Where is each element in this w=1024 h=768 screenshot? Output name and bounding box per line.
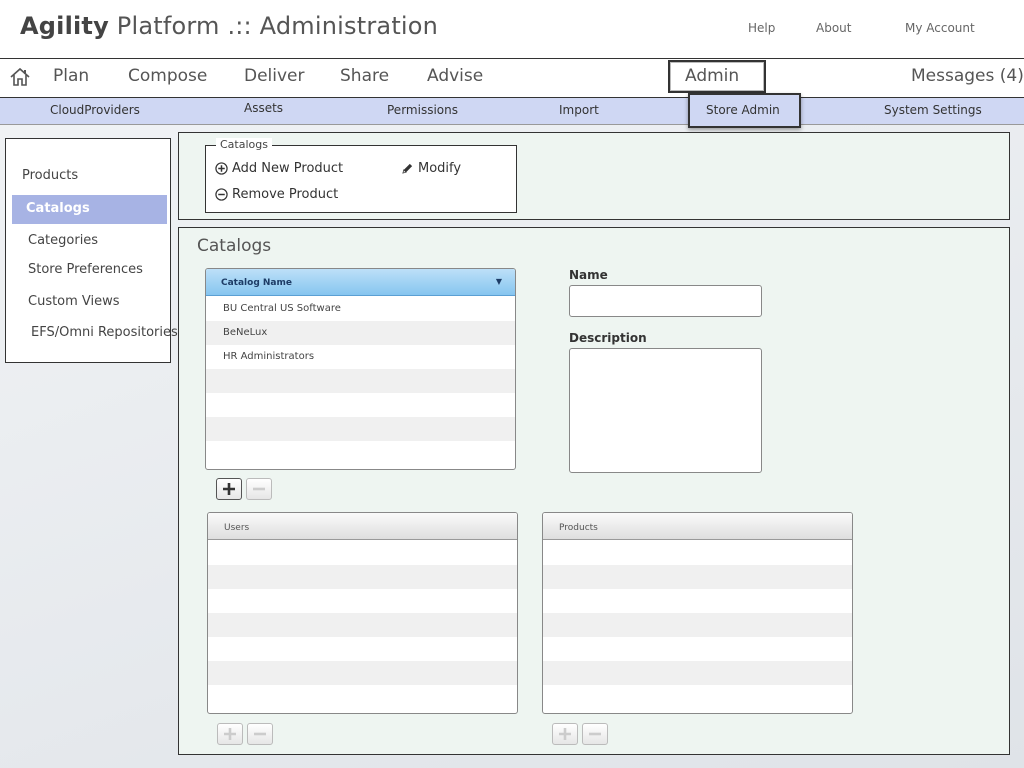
nav-advise[interactable]: Advise — [427, 66, 483, 86]
catalogs-panel: Catalogs Catalog Name ▼ BU Central US So… — [178, 227, 1010, 755]
subnav-cloudproviders[interactable]: CloudProviders — [50, 103, 140, 117]
table-row — [206, 417, 515, 441]
subnav-system-settings[interactable]: System Settings — [884, 103, 982, 117]
catalog-name-column: Catalog Name — [221, 278, 292, 288]
modify-button[interactable]: Modify — [401, 161, 461, 176]
plus-circle-icon — [215, 162, 228, 175]
description-label: Description — [569, 331, 647, 345]
nav-share[interactable]: Share — [340, 66, 389, 86]
products-grid: Products — [542, 512, 853, 714]
table-row — [208, 541, 517, 565]
my-account-link[interactable]: My Account — [905, 21, 975, 35]
catalogs-fieldset: Catalogs Add New Product Modify Remove P… — [205, 138, 517, 213]
table-row[interactable]: BeNeLux — [206, 321, 515, 345]
minus-icon — [254, 732, 266, 736]
catalog-grid-header[interactable]: Catalog Name ▼ — [206, 269, 515, 296]
description-textarea[interactable] — [569, 348, 762, 473]
sidebar-heading: Products — [22, 168, 79, 183]
home-icon[interactable] — [9, 66, 31, 88]
table-row — [543, 589, 852, 613]
sidebar-item-label: Catalogs — [26, 201, 90, 216]
add-user-button[interactable] — [217, 723, 243, 745]
nav-compose[interactable]: Compose — [128, 66, 207, 86]
sidebar: Products Catalogs Categories Store Prefe… — [5, 138, 178, 363]
sidebar-item-store-preferences[interactable]: Store Preferences — [28, 262, 143, 277]
table-row — [543, 685, 852, 709]
subnav-import[interactable]: Import — [559, 103, 599, 117]
help-link[interactable]: Help — [748, 21, 775, 35]
table-row — [543, 541, 852, 565]
table-row — [208, 637, 517, 661]
nav-deliver[interactable]: Deliver — [244, 66, 305, 86]
table-row — [208, 685, 517, 709]
table-row — [543, 565, 852, 589]
name-input[interactable] — [569, 285, 762, 317]
toolbar-panel: Catalogs Add New Product Modify Remove P… — [178, 132, 1010, 220]
name-label: Name — [569, 268, 608, 282]
table-row — [208, 661, 517, 685]
table-row[interactable]: HR Administrators — [206, 345, 515, 369]
remove-product-button[interactable]: Remove Product — [215, 187, 338, 202]
nav-admin[interactable]: Admin — [685, 66, 739, 86]
users-grid: Users — [207, 512, 518, 714]
add-catalog-button[interactable] — [216, 478, 242, 500]
sidebar-item-custom-views[interactable]: Custom Views — [28, 294, 120, 309]
table-row — [206, 369, 515, 393]
table-row — [206, 393, 515, 417]
table-row — [543, 661, 852, 685]
table-row — [543, 637, 852, 661]
minus-icon — [589, 732, 601, 736]
minus-icon — [253, 487, 265, 491]
add-new-product-button[interactable]: Add New Product — [215, 161, 343, 176]
sort-down-icon[interactable]: ▼ — [496, 277, 502, 286]
brand-name: Agility — [20, 12, 109, 40]
table-row — [208, 565, 517, 589]
table-row — [206, 441, 515, 465]
remove-product-label: Remove Product — [232, 187, 339, 202]
sidebar-item-categories[interactable]: Categories — [28, 233, 98, 248]
table-row — [208, 613, 517, 637]
subnav-permissions[interactable]: Permissions — [387, 103, 458, 117]
add-product-button[interactable] — [552, 723, 578, 745]
table-row — [208, 589, 517, 613]
subnav-store-admin-label: Store Admin — [706, 103, 780, 117]
catalog-grid: Catalog Name ▼ BU Central US Software Be… — [205, 268, 516, 470]
app-title-rest: Platform .:: Administration — [116, 12, 439, 40]
app-title: Agility Platform .:: Administration — [20, 12, 438, 40]
add-new-product-label: Add New Product — [232, 161, 344, 176]
remove-catalog-button[interactable] — [246, 478, 272, 500]
table-row — [543, 613, 852, 637]
plus-icon — [224, 728, 236, 740]
subnav-assets[interactable]: Assets — [244, 101, 283, 115]
subnav-store-admin[interactable]: Store Admin — [688, 93, 801, 128]
fieldset-legend: Catalogs — [216, 138, 272, 151]
plus-icon — [559, 728, 571, 740]
users-column: Users — [224, 523, 250, 533]
nav-plan[interactable]: Plan — [53, 66, 89, 86]
about-link[interactable]: About — [816, 21, 851, 35]
messages-link[interactable]: Messages (4) — [911, 66, 1024, 86]
panel-title: Catalogs — [197, 236, 272, 256]
products-grid-header[interactable]: Products — [543, 513, 852, 540]
sub-nav: CloudProviders Assets Permissions Import… — [0, 93, 1024, 128]
remove-product-item-button[interactable] — [582, 723, 608, 745]
products-column: Products — [559, 523, 598, 533]
sidebar-item-efs-omni-repositories[interactable]: EFS/Omni Repositories — [31, 325, 178, 340]
pencil-icon — [402, 163, 413, 174]
sidebar-item-catalogs[interactable]: Catalogs — [12, 195, 167, 224]
app-header: Agility Platform .:: Administration Help… — [0, 0, 1024, 58]
remove-user-button[interactable] — [247, 723, 273, 745]
users-grid-header[interactable]: Users — [208, 513, 517, 540]
main-nav: Plan Compose Deliver Share Advise Admin … — [0, 58, 1024, 98]
modify-label: Modify — [418, 161, 462, 176]
minus-circle-icon — [215, 188, 228, 201]
plus-icon — [223, 483, 235, 495]
table-row[interactable]: BU Central US Software — [206, 297, 515, 321]
